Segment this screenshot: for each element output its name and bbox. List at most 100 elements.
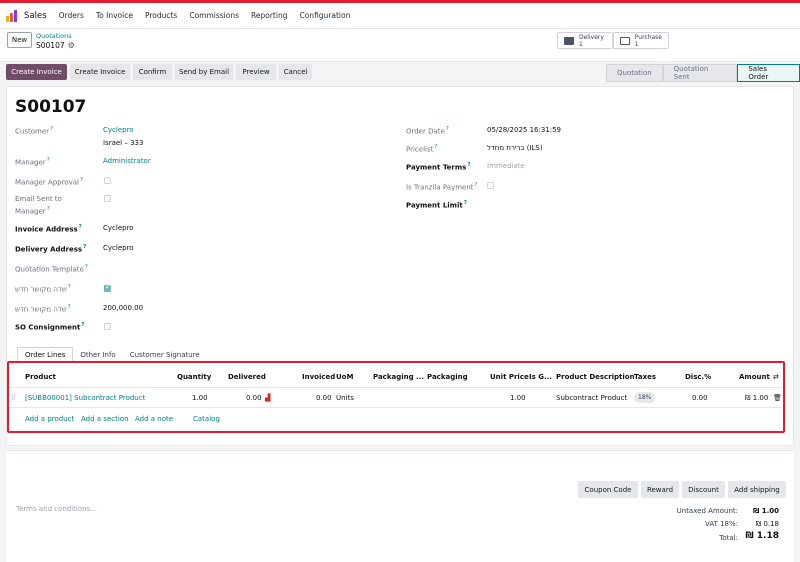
nav-configuration[interactable]: Configuration xyxy=(299,11,350,20)
col-invoiced[interactable]: Invoiced xyxy=(302,373,335,381)
help-icon[interactable]: ? xyxy=(467,162,470,168)
forecast-chart-icon[interactable]: ▟ xyxy=(265,394,270,402)
send-by-email-button[interactable]: Send by Email xyxy=(175,64,233,80)
help-icon[interactable]: ? xyxy=(81,322,84,328)
customer-value[interactable]: Cyclepro xyxy=(103,126,134,134)
column-settings-icon[interactable]: ⇄ xyxy=(773,373,779,381)
stage-sales-order[interactable]: Sales Order xyxy=(737,64,800,82)
add-product-link[interactable]: Add a product xyxy=(25,415,74,423)
record-title: S00107 xyxy=(15,97,87,117)
custom-field-1-label: שדה מקושר חדש? xyxy=(15,284,71,293)
nav-products[interactable]: Products xyxy=(145,11,177,20)
tranzila-checkbox[interactable] xyxy=(487,182,494,189)
manager-approval-label-text: Manager Approval xyxy=(15,178,79,187)
col-delivered[interactable]: Delivered xyxy=(228,373,266,381)
sales-app-icon[interactable] xyxy=(6,9,18,22)
nav-to-invoice[interactable]: To Invoice xyxy=(96,11,133,20)
help-icon[interactable]: ? xyxy=(68,284,71,290)
col-amount[interactable]: Amount xyxy=(739,373,770,381)
add-note-link[interactable]: Add a note xyxy=(135,415,173,423)
col-product-description[interactable]: Product Description xyxy=(556,373,635,381)
help-icon[interactable]: ? xyxy=(47,157,50,163)
discount-button[interactable]: Discount xyxy=(682,481,725,498)
row-disc[interactable]: 0.00 xyxy=(692,394,708,402)
col-unit-price[interactable]: Unit Price xyxy=(490,373,529,381)
coupon-code-button[interactable]: Coupon Code xyxy=(578,481,638,498)
help-icon[interactable]: ? xyxy=(85,264,88,270)
payment-limit-label: Payment Limit? xyxy=(406,200,467,209)
confirm-button[interactable]: Confirm xyxy=(133,64,172,80)
row-description[interactable]: Subcontract Product xyxy=(556,394,627,402)
col-disc[interactable]: Disc.% xyxy=(685,373,711,381)
breadcrumb-quotations[interactable]: Quotations xyxy=(36,32,72,40)
main-navbar: Sales Orders To Invoice Products Commiss… xyxy=(0,3,800,29)
untaxed-label: Untaxed Amount: xyxy=(676,507,738,515)
help-icon[interactable]: ? xyxy=(464,200,467,206)
help-icon[interactable]: ? xyxy=(80,177,83,183)
row-product[interactable]: [SUBB00001] Subcontract Product xyxy=(25,394,145,402)
col-product[interactable]: Product xyxy=(25,373,56,381)
help-icon[interactable]: ? xyxy=(47,206,50,212)
help-icon[interactable]: ? xyxy=(83,244,86,250)
add-shipping-button[interactable]: Add shipping xyxy=(728,481,786,498)
cancel-button[interactable]: Cancel xyxy=(279,64,312,80)
terms-input[interactable]: Terms and conditions... xyxy=(16,505,97,513)
new-button[interactable]: New xyxy=(7,32,32,48)
preview-button[interactable]: Preview xyxy=(236,64,276,80)
col-taxes[interactable]: Taxes xyxy=(634,373,656,381)
purchase-smart-button[interactable]: Purchase 1 xyxy=(613,32,669,49)
customer-address: Israel – 333 xyxy=(103,139,144,147)
delivery-address-value[interactable]: Cyclepro xyxy=(103,244,134,252)
invoice-address-label: Invoice Address? xyxy=(15,224,82,233)
delivery-count: 1 xyxy=(579,40,583,48)
help-icon[interactable]: ? xyxy=(79,224,82,230)
pricelist-value[interactable]: ברירת מחדל (ILS) xyxy=(487,144,543,152)
app-name[interactable]: Sales xyxy=(24,11,47,21)
purchase-label: Purchase xyxy=(634,33,662,41)
help-icon[interactable]: ? xyxy=(446,126,449,132)
catalog-link[interactable]: Catalog xyxy=(193,415,220,423)
help-icon[interactable]: ? xyxy=(475,182,478,188)
col-is-g[interactable]: Is G... xyxy=(529,373,552,381)
delivery-label: Delivery xyxy=(579,33,604,41)
manager-approval-checkbox[interactable] xyxy=(104,177,111,184)
delivery-smart-button[interactable]: Delivery 1 xyxy=(557,32,613,49)
manager-value[interactable]: Administrator xyxy=(103,157,151,165)
so-consignment-checkbox[interactable] xyxy=(104,323,111,330)
row-uom[interactable]: Units xyxy=(336,394,354,402)
drag-handle-icon[interactable]: ⠿ xyxy=(11,394,16,402)
col-quantity[interactable]: Quantity xyxy=(177,373,211,381)
help-icon[interactable]: ? xyxy=(434,144,437,150)
row-invoiced: 0.00 xyxy=(316,394,332,402)
order-lines-table: Product Quantity Delivered Invoiced UoM … xyxy=(7,361,785,433)
reward-button[interactable]: Reward xyxy=(641,481,679,498)
custom-field-1-checkbox[interactable] xyxy=(104,283,111,292)
col-packaging[interactable]: Packaging xyxy=(427,373,468,381)
invoice-address-value[interactable]: Cyclepro xyxy=(103,224,134,232)
row-quantity[interactable]: 1.00 xyxy=(192,394,208,402)
help-icon[interactable]: ? xyxy=(68,304,71,310)
row-unit-price[interactable]: 1.00 xyxy=(510,394,526,402)
col-packaging-qty[interactable]: Packaging ... xyxy=(373,373,424,381)
create-invoice-primary-button[interactable]: Create Invoice xyxy=(6,64,67,80)
payment-terms-value[interactable]: Immediate xyxy=(487,162,525,170)
order-date-value[interactable]: 05/28/2025 16:31:59 xyxy=(487,126,561,134)
nav-orders[interactable]: Orders xyxy=(59,11,84,20)
header-divider xyxy=(9,387,782,388)
email-sent-checkbox[interactable] xyxy=(104,195,111,202)
gear-icon[interactable]: ⚙ xyxy=(68,41,75,50)
stage-quotation-sent[interactable]: Quotation Sent xyxy=(662,64,738,82)
nav-reporting[interactable]: Reporting xyxy=(251,11,287,20)
tax-tag[interactable]: 18% xyxy=(634,392,656,403)
create-invoice-button[interactable]: Create Invoice xyxy=(70,64,130,80)
col-uom[interactable]: UoM xyxy=(336,373,353,381)
help-icon[interactable]: ? xyxy=(50,126,53,132)
breadcrumb-current: S00107 ⚙ xyxy=(36,41,75,50)
custom-field-2-value[interactable]: 200,000.00 xyxy=(103,304,143,312)
order-date-label-text: Order Date xyxy=(406,127,445,136)
trash-icon[interactable]: 🗑 xyxy=(773,394,782,402)
add-section-link[interactable]: Add a section xyxy=(81,415,129,423)
nav-commissions[interactable]: Commissions xyxy=(189,11,239,20)
tranzila-label: Is Tranzila Payment? xyxy=(406,182,477,191)
stage-quotation[interactable]: Quotation xyxy=(606,64,663,82)
